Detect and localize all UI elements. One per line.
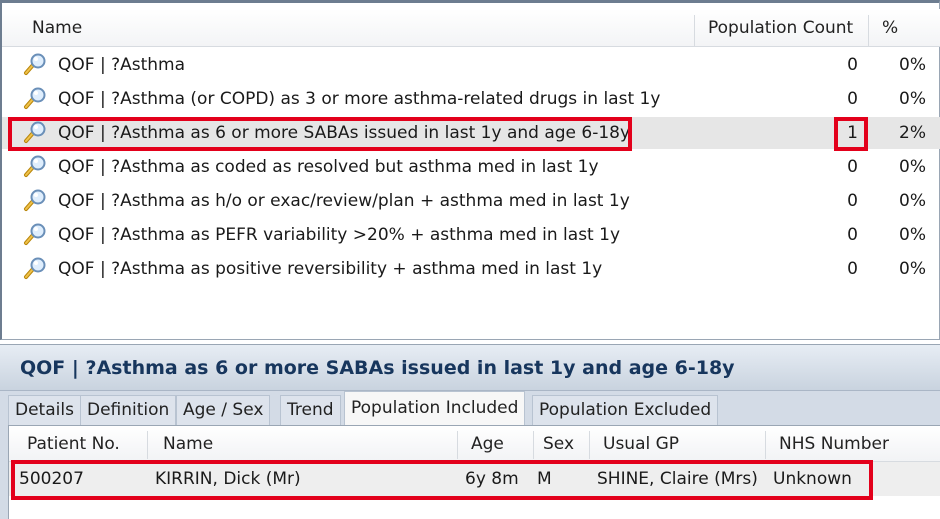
search-name: QOF | ?Asthma (or COPD) as 3 or more ast… [58, 89, 661, 109]
column-divider[interactable] [457, 431, 458, 459]
search-name: QOF | ?Asthma [58, 55, 186, 75]
sex-cell: M [537, 469, 552, 489]
search-list-item[interactable]: QOF | ?Asthma as coded as resolved but a… [2, 151, 940, 183]
population-count-value: 0 [847, 55, 858, 75]
column-header-usual-gp[interactable]: Usual GP [603, 426, 679, 462]
column-header-nhs-number[interactable]: NHS Number [779, 426, 889, 462]
population-count-value: 0 [847, 157, 858, 177]
percent-value: 0% [899, 225, 926, 245]
search-list-item[interactable]: QOF | ?Asthma as h/o or exac/review/plan… [2, 185, 940, 217]
tab-details[interactable]: Details [8, 395, 81, 425]
tab-age-sex[interactable]: Age / Sex [176, 395, 271, 425]
detail-title: QOF | ?Asthma as 6 or more SABAs issued … [20, 357, 735, 379]
tab-definition[interactable]: Definition [80, 395, 177, 425]
search-list-item[interactable]: QOF | ?Asthma 0 0% [2, 49, 940, 81]
magnifier-icon [22, 53, 48, 77]
patient-name-cell: KIRRIN, Dick (Mr) [155, 469, 301, 489]
population-count-value: 0 [847, 89, 858, 109]
magnifier-icon [22, 87, 48, 111]
column-divider[interactable] [868, 15, 869, 47]
magnifier-icon [22, 257, 48, 281]
search-list-item[interactable]: QOF | ?Asthma as 6 or more SABAs issued … [2, 117, 940, 149]
search-name: QOF | ?Asthma as h/o or exac/review/plan… [58, 191, 630, 211]
percent-value: 0% [899, 259, 926, 279]
column-divider[interactable] [765, 431, 766, 459]
column-header-patient-no[interactable]: Patient No. [27, 426, 120, 462]
table-row[interactable]: 500207 KIRRIN, Dick (Mr) 6y 8m M SHINE, … [9, 462, 940, 496]
search-name: QOF | ?Asthma as positive reversibility … [58, 259, 603, 279]
column-header-percent[interactable]: % [882, 9, 898, 47]
tab-population-included[interactable]: Population Included [344, 391, 526, 425]
population-count-value: 0 [847, 191, 858, 211]
patient-no-cell: 500207 [19, 469, 84, 489]
percent-value: 0% [899, 89, 926, 109]
search-list-header: Name Population Count % [2, 9, 940, 47]
patient-grid: Patient No. Name Age Sex Usual GP NHS Nu… [8, 425, 940, 519]
search-list-panel: Name Population Count % QOF | ?Asthma 0 0%… [0, 0, 940, 340]
detail-panel: QOF | ?Asthma as 6 or more SABAs issued … [0, 344, 940, 519]
detail-title-bar: QOF | ?Asthma as 6 or more SABAs issued … [0, 345, 940, 391]
tab-population-excluded[interactable]: Population Excluded [532, 395, 719, 425]
percent-value: 0% [899, 157, 926, 177]
search-list-item[interactable]: QOF | ?Asthma as PEFR variability >20% +… [2, 219, 940, 251]
magnifier-icon [22, 121, 48, 145]
usual-gp-cell: SHINE, Claire (Mrs) [597, 469, 758, 489]
column-header-age[interactable]: Age [471, 426, 504, 462]
column-header-name[interactable]: Name [32, 9, 82, 47]
patient-grid-header: Patient No. Name Age Sex Usual GP NHS Nu… [9, 426, 940, 462]
column-divider[interactable] [533, 431, 534, 459]
population-count-value: 0 [847, 225, 858, 245]
age-cell: 6y 8m [465, 469, 519, 489]
search-list-item[interactable]: QOF | ?Asthma as positive reversibility … [2, 253, 940, 285]
percent-value: 0% [899, 191, 926, 211]
search-name: QOF | ?Asthma as coded as resolved but a… [58, 157, 599, 177]
population-count-value: 1 [847, 123, 858, 143]
search-list-item[interactable]: QOF | ?Asthma (or COPD) as 3 or more ast… [2, 83, 940, 115]
column-header-population-count[interactable]: Population Count [708, 9, 853, 47]
column-divider[interactable] [589, 431, 590, 459]
search-name: QOF | ?Asthma as 6 or more SABAs issued … [58, 123, 631, 143]
column-header-name[interactable]: Name [163, 426, 213, 462]
column-divider[interactable] [147, 431, 148, 459]
nhs-number-cell: Unknown [773, 469, 852, 489]
search-name: QOF | ?Asthma as PEFR variability >20% +… [58, 225, 621, 245]
magnifier-icon [22, 189, 48, 213]
magnifier-icon [22, 223, 48, 247]
percent-value: 0% [899, 55, 926, 75]
column-divider[interactable] [694, 15, 695, 47]
population-count-value: 0 [847, 259, 858, 279]
magnifier-icon [22, 155, 48, 179]
detail-tabs: Details Definition Age / Sex Trend Popul… [0, 391, 940, 425]
percent-value: 2% [899, 123, 926, 143]
column-header-sex[interactable]: Sex [543, 426, 574, 462]
tab-trend[interactable]: Trend [280, 395, 341, 425]
